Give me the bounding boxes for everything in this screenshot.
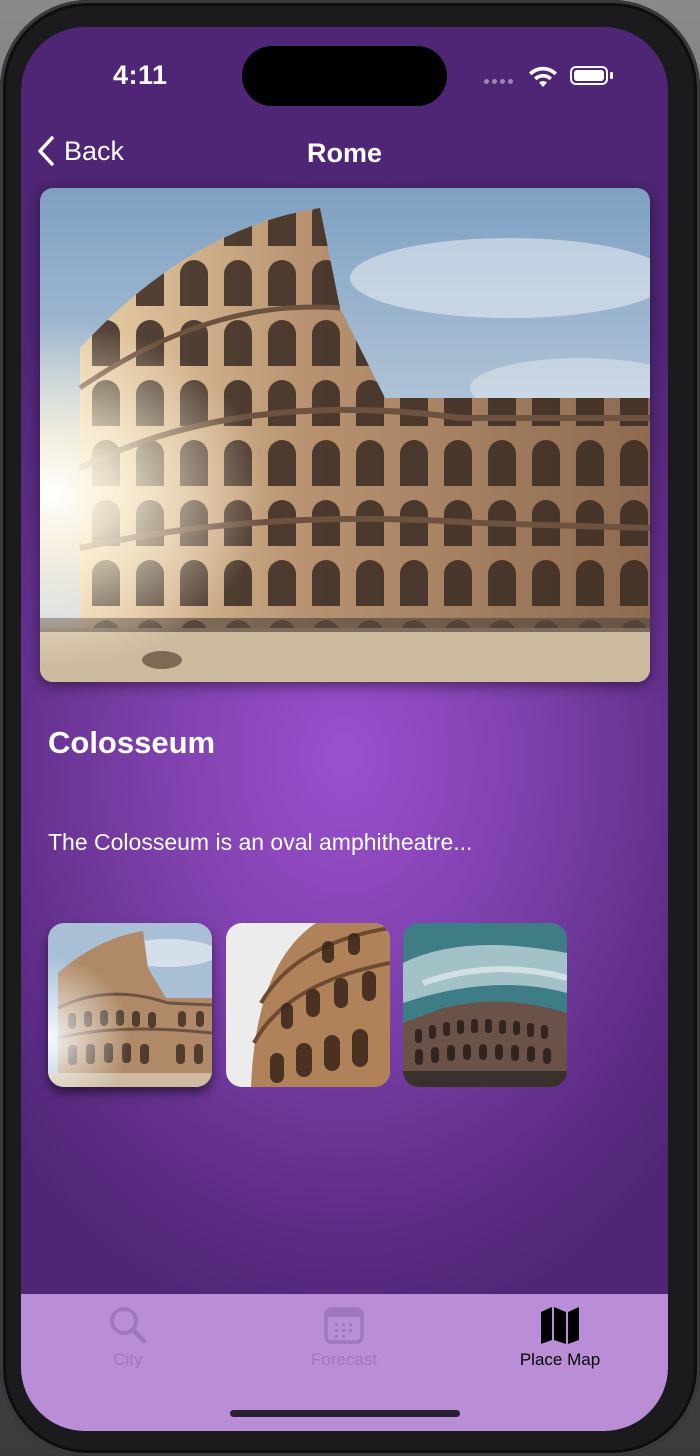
tab-place-map[interactable]: Place Map <box>480 1304 640 1384</box>
status-bar: 4:11 <box>21 27 668 127</box>
app-screen: 4:11 Back Rome Colosseum The Colosseum i… <box>21 27 668 1431</box>
status-time: 4:11 <box>113 60 168 90</box>
hero-image <box>40 188 650 682</box>
battery-cap <box>610 72 613 79</box>
gallery-thumbnail-3[interactable] <box>403 923 567 1087</box>
cellular-signal-icon <box>484 79 513 84</box>
gallery-thumbnail-1[interactable] <box>48 923 212 1087</box>
wifi-icon <box>529 66 557 87</box>
calendar-icon <box>324 1307 364 1344</box>
tab-forecast[interactable]: Forecast <box>264 1304 424 1384</box>
map-icon <box>541 1307 579 1344</box>
place-description: The Colosseum is an oval amphitheatre... <box>48 829 473 855</box>
tab-city-label: City <box>113 1350 143 1369</box>
home-indicator[interactable] <box>230 1410 460 1417</box>
tab-place-map-label: Place Map <box>519 1350 601 1369</box>
place-name: Colosseum <box>48 725 216 760</box>
photo-gallery <box>48 923 608 1089</box>
search-icon <box>110 1307 147 1344</box>
gallery-thumbnail-2[interactable] <box>226 923 390 1087</box>
page-title: Rome <box>306 138 382 168</box>
dynamic-island <box>242 46 447 106</box>
navigation-bar: Back Rome <box>21 127 668 182</box>
tab-city[interactable]: City <box>48 1304 208 1384</box>
tab-forecast-label: Forecast <box>310 1350 378 1369</box>
battery-icon <box>570 66 608 85</box>
